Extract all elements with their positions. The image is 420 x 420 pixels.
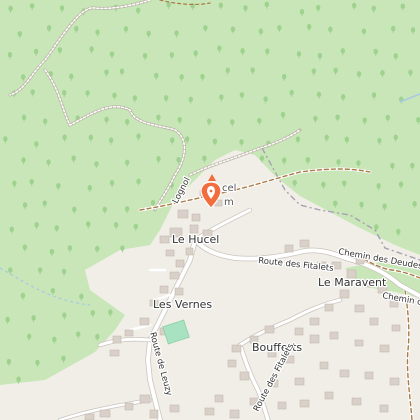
place-label-le-hucel[interactable]: Le Hucel <box>171 232 221 248</box>
poi-label-line1: cel <box>222 183 236 194</box>
place-label-le-maravent[interactable]: Le Maravent <box>317 275 388 291</box>
map-canvas[interactable]: cel m Le Hucel Les Vernes Le Maravent Bo… <box>0 0 420 420</box>
place-label-les-vernes[interactable]: Les Vernes <box>152 297 214 313</box>
poi-label-line2: m <box>224 197 234 208</box>
